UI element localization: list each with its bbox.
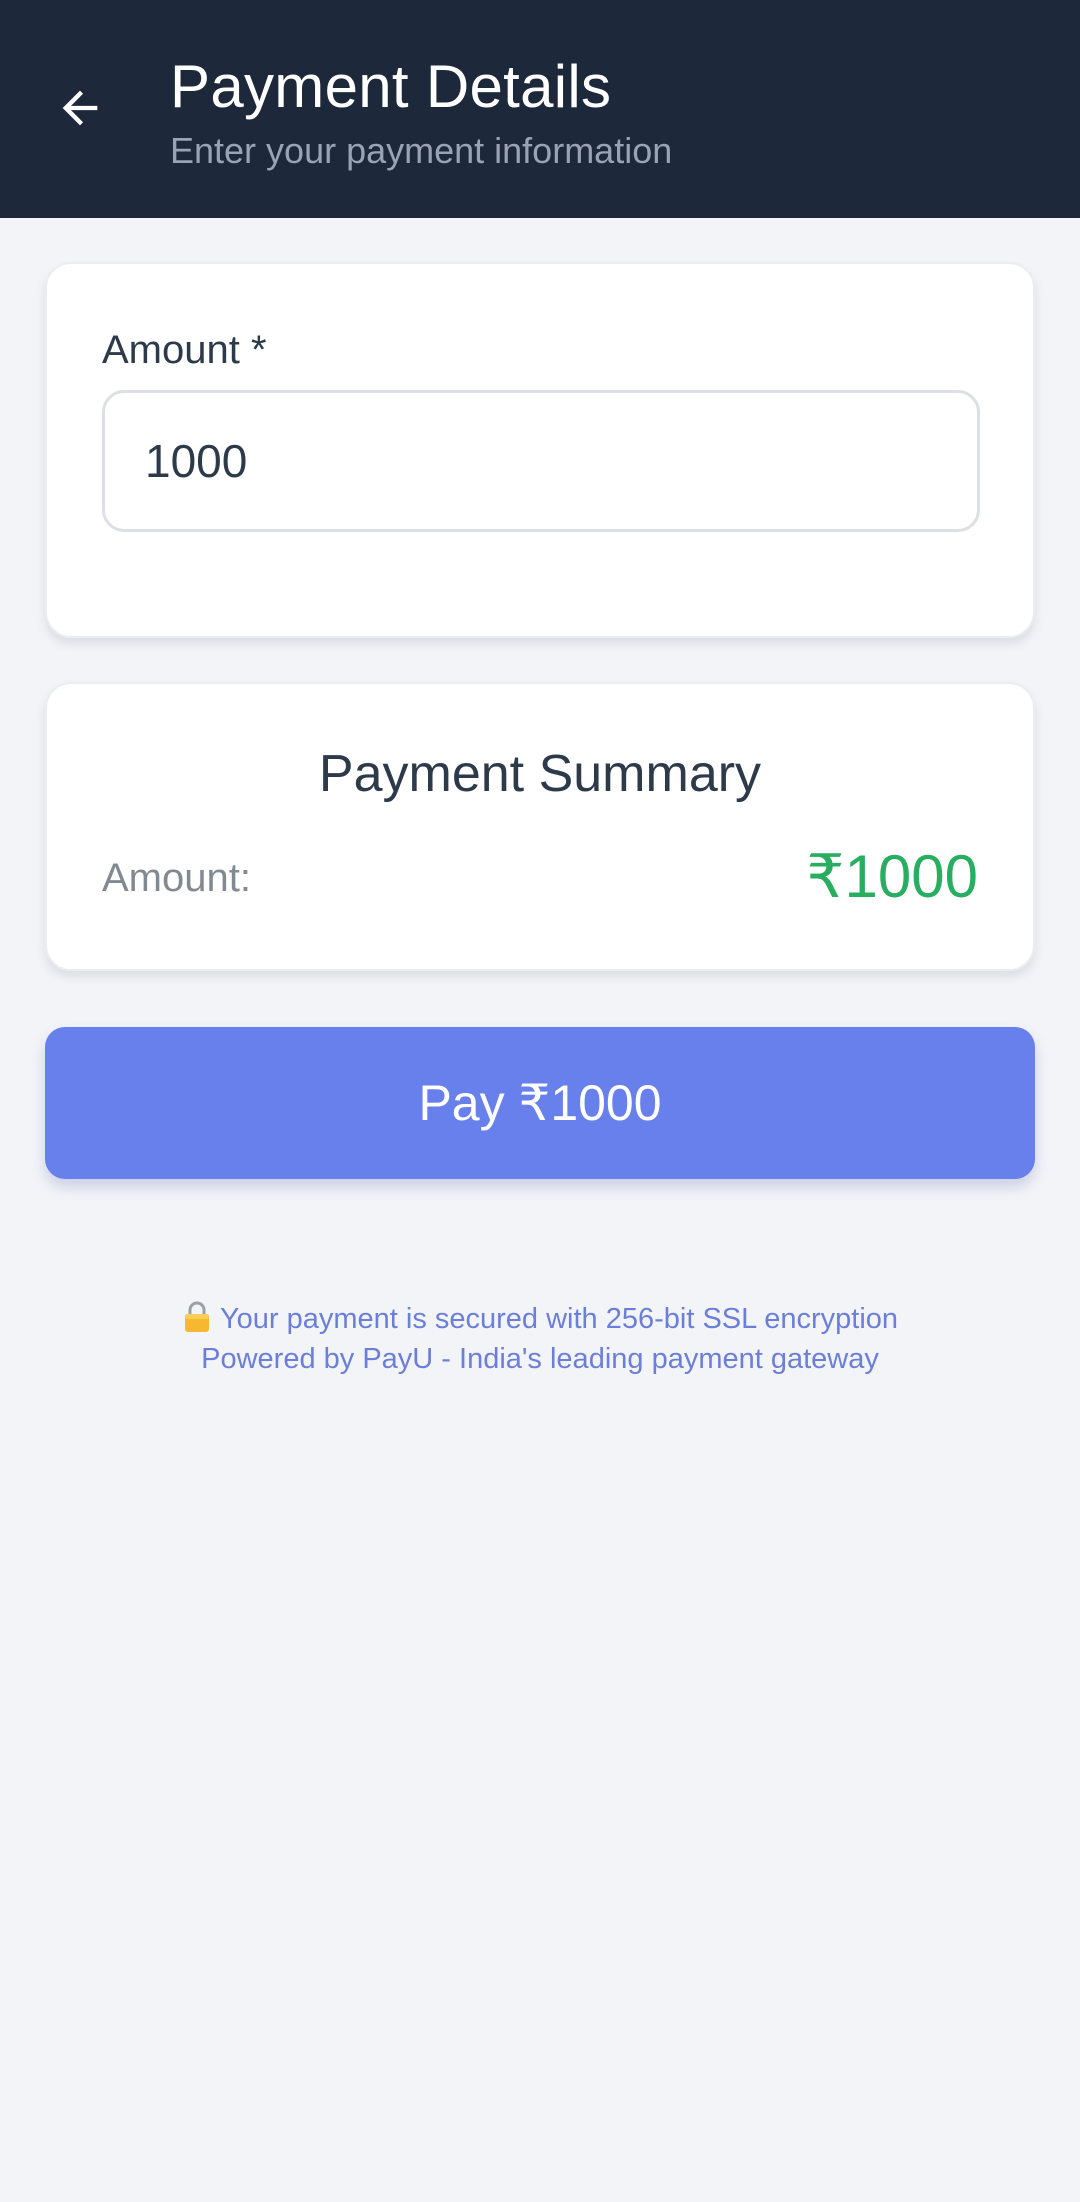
security-text: Your payment is secured with 256-bit SSL… <box>219 1303 899 1335</box>
amount-input[interactable] <box>102 390 980 532</box>
summary-title: Payment Summary <box>318 745 762 803</box>
page-subtitle: Enter your payment information <box>170 130 673 171</box>
payment-summary-card: Payment Summary Amount: ₹1000 <box>45 682 1035 971</box>
arrow-left-icon <box>62 90 98 126</box>
amount-card: Amount * <box>45 262 1035 638</box>
powered-by-text: Powered by PayU - India's leading paymen… <box>201 1343 879 1375</box>
summary-amount-value: ₹1000 <box>806 843 978 910</box>
security-note: Your payment is secured with 256-bit SSL… <box>0 1300 1080 1336</box>
app-bar: Payment Details Enter your payment infor… <box>0 0 1080 218</box>
lock-icon <box>184 1301 209 1332</box>
pay-button[interactable]: Pay ₹1000 <box>45 1027 1035 1179</box>
summary-amount-label: Amount: <box>102 856 251 900</box>
page-title: Payment Details <box>170 53 612 120</box>
pay-button-label: Pay ₹1000 <box>418 1075 662 1131</box>
amount-label: Amount * <box>102 328 267 372</box>
back-button[interactable] <box>38 66 122 150</box>
